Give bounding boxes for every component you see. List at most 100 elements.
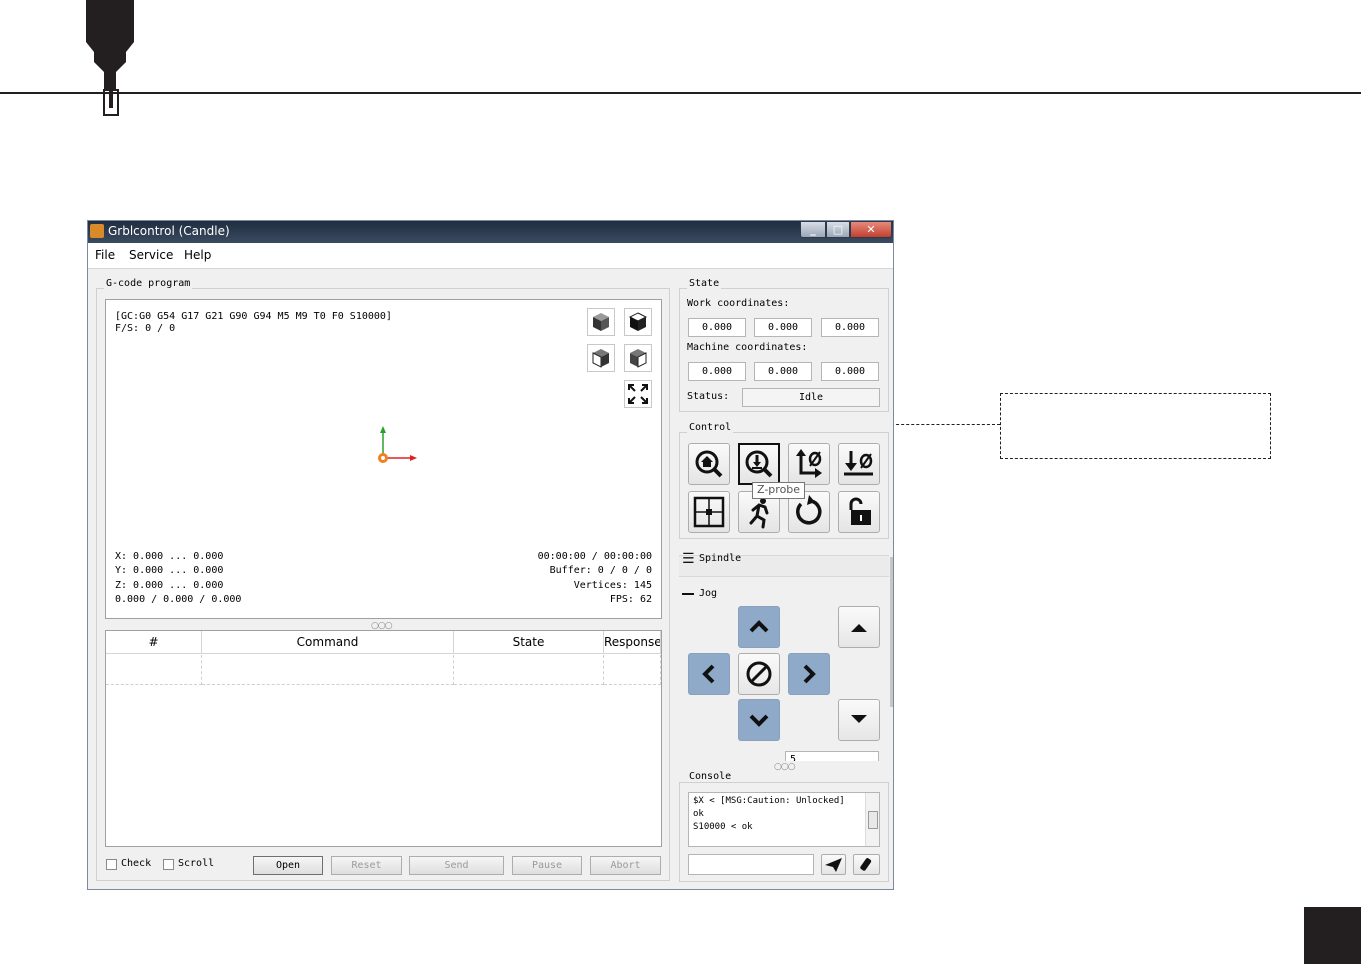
machine-coordinates-label: Machine coordinates: [687,342,808,353]
table-header-response[interactable]: Response [604,631,661,654]
chevron-down-icon [749,714,769,727]
table-header-command[interactable]: Command [202,631,454,654]
fps-text: FPS: 62 [609,594,652,605]
table-cell[interactable] [202,655,454,685]
table-header-number[interactable]: # [106,631,202,654]
range-x-text: X: 0.000 ... 0.000 [115,551,224,562]
view-top-button[interactable] [624,308,652,336]
table-row[interactable] [106,655,202,685]
work-z-field[interactable]: 0.000 [821,318,879,337]
program-table[interactable]: # Command State Response [105,630,662,847]
app-icon [90,224,104,238]
console-scroll-thumb[interactable] [868,811,878,829]
home-button[interactable] [688,443,730,485]
parser-state-text: [GC:G0 G54 G17 G21 G90 G94 M5 M9 T0 F0 S… [115,311,392,322]
machine-x-field[interactable]: 0.000 [688,362,746,381]
chevron-right-icon [803,664,816,684]
cube-top-icon [628,312,648,331]
fit-view-button[interactable] [624,380,652,408]
probe-icon [745,450,773,478]
buffer-text: Buffer: 0 / 0 / 0 [549,565,652,576]
jog-x-minus-button[interactable] [688,653,730,695]
minimize-icon: _ [810,223,816,236]
jog-y-minus-button[interactable] [738,699,780,741]
zero-xy-icon [796,449,822,478]
range-y-text: Y: 0.000 ... 0.000 [115,565,224,576]
console-scrollbar[interactable] [865,793,879,846]
menu-file[interactable]: File [95,248,115,262]
minimize-button[interactable]: _ [800,221,826,238]
app-window: Grblcontrol (Candle) _ □ ✕ File Service … [87,220,894,890]
visualizer-canvas[interactable]: [GC:G0 G54 G17 G21 G90 G94 M5 M9 T0 F0 S… [105,299,662,619]
check-checkbox[interactable] [106,859,117,870]
command-input[interactable] [688,854,814,875]
maximize-icon: □ [832,223,844,236]
z-probe-button[interactable] [738,443,780,485]
send-command-button[interactable] [821,854,846,875]
pause-button[interactable]: Pause [512,856,582,875]
maximize-button[interactable]: □ [826,221,850,238]
work-x-field[interactable]: 0.000 [688,318,746,337]
jog-panel: 5 [679,601,889,761]
table-cell[interactable] [454,655,604,685]
right-panel-scrollbar[interactable] [890,557,893,707]
console-group-title: Console [687,771,734,782]
jog-x-plus-button[interactable] [788,653,830,695]
window-title: Grblcontrol (Candle) [108,224,230,238]
work-coordinates-label: Work coordinates: [687,298,790,309]
check-label: Check [121,858,152,869]
view-iso-button[interactable] [587,308,615,336]
fullscreen-icon [628,384,648,404]
abort-button[interactable]: Abort [590,856,661,875]
table-header-state[interactable]: State [454,631,604,654]
zero-z-button[interactable] [838,443,880,485]
callout-box [1000,393,1271,459]
close-button[interactable]: ✕ [850,221,892,238]
range-z-text: Z: 0.000 ... 0.000 [115,580,224,591]
restore-origin-button[interactable] [688,491,730,533]
console-output[interactable]: $X < [MSG:Caution: Unlocked] ok S10000 <… [688,792,880,847]
jog-step-input[interactable]: 5 [785,751,879,761]
machine-z-field[interactable]: 0.000 [821,362,879,381]
jog-y-plus-button[interactable] [738,606,780,648]
view-front-button[interactable] [587,344,615,372]
zero-xy-button[interactable] [788,443,830,485]
stop-icon [746,661,772,687]
crosshair-icon [693,496,725,528]
scroll-checkbox[interactable] [163,859,174,870]
reset-button[interactable]: Reset [331,856,402,875]
origin-axes [378,426,417,463]
work-y-field[interactable]: 0.000 [754,318,812,337]
jog-step-value: 5 [790,754,797,761]
jog-z-plus-button[interactable] [838,606,880,648]
menu-bar: File Service Help [88,243,893,269]
menu-service[interactable]: Service [129,248,173,262]
vertices-text: Vertices: 145 [573,580,652,591]
jog-z-minus-button[interactable] [838,699,880,741]
open-button[interactable]: Open [253,856,323,875]
jog-stop-button[interactable] [738,653,780,695]
triangle-up-icon [851,624,867,632]
size-text: 0.000 / 0.000 / 0.000 [115,594,242,605]
clear-console-button[interactable] [853,854,880,875]
view-left-button[interactable] [624,344,652,372]
collapse-icon [682,593,694,595]
machine-y-field[interactable]: 0.000 [754,362,812,381]
title-bar: Grblcontrol (Candle) _ □ ✕ [88,221,893,243]
status-value: Idle [742,388,880,407]
unlock-button[interactable] [838,491,880,533]
eraser-icon [860,858,872,871]
chevron-up-icon [749,620,769,633]
z-probe-tooltip: Z-probe [752,482,806,499]
send-button[interactable]: Send [409,856,504,875]
feed-speed-text: F/S: 0 / 0 [115,323,176,334]
unlock-icon [849,497,871,525]
zero-z-icon [844,451,873,476]
cube-iso-icon [593,313,609,331]
table-cell[interactable] [604,655,661,685]
status-label: Status: [687,391,730,402]
triangle-down-icon [851,715,867,723]
console-splitter-handle[interactable]: ○○○ [774,762,796,772]
control-group-title: Control [687,422,734,433]
menu-help[interactable]: Help [184,248,211,262]
